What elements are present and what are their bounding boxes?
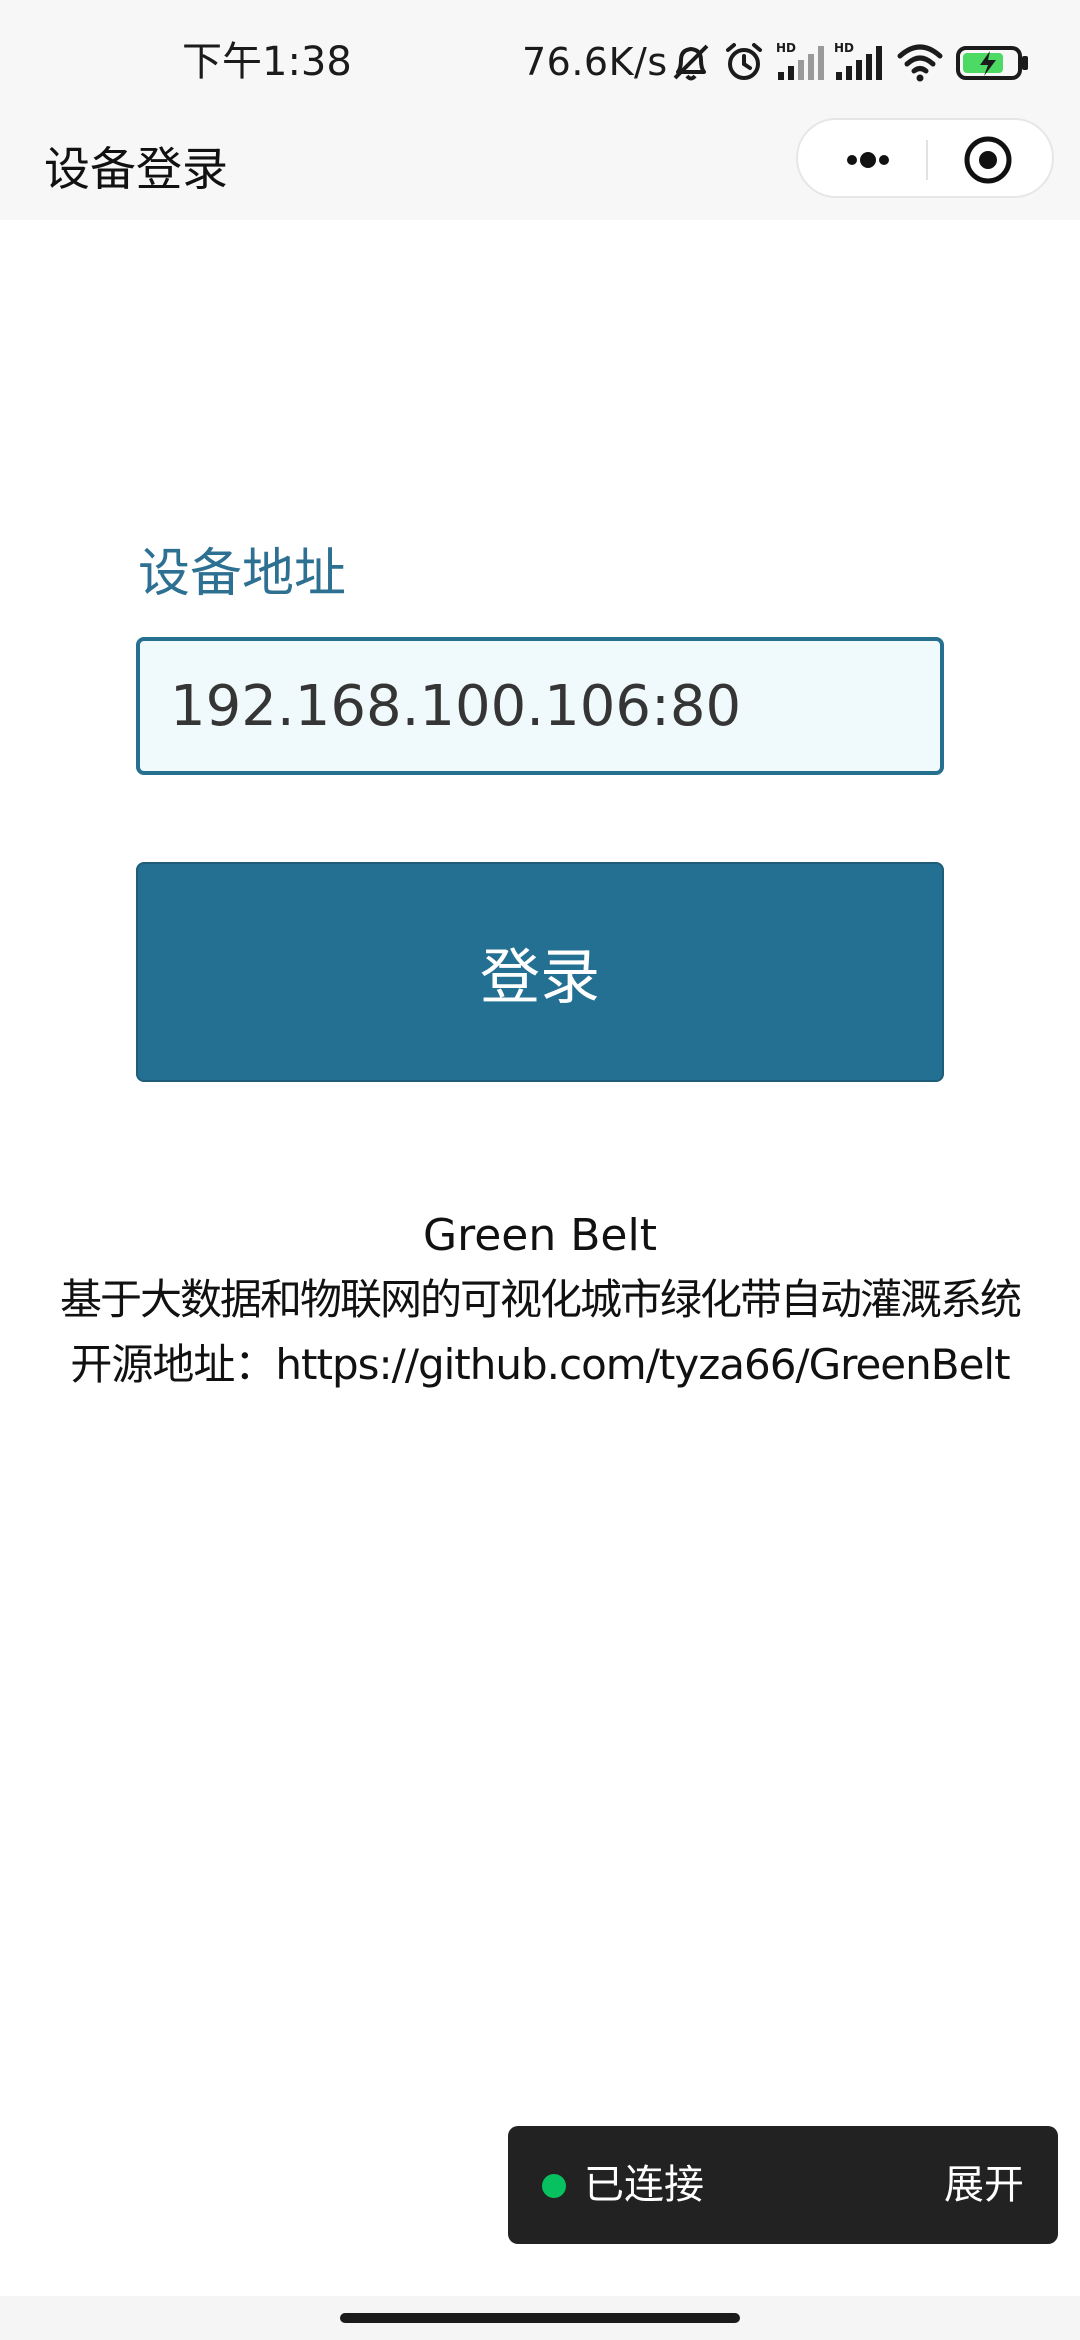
capsule-divider: [926, 140, 928, 180]
connection-panel: 已连接 展开: [508, 2126, 1058, 2244]
more-dots-icon: [847, 152, 889, 168]
hd-signal-icon: HD: [776, 40, 826, 84]
alarm-icon: [722, 40, 766, 84]
nav-bar: 设备登录: [0, 118, 1080, 220]
mini-program-capsule: [796, 118, 1054, 198]
page-title: 设备登录: [44, 142, 228, 196]
address-label: 设备地址: [138, 544, 347, 604]
app-name: Green Belt: [423, 1210, 657, 1261]
repo-link: 开源地址：https://github.com/tyza66/GreenBelt: [70, 1340, 1010, 1389]
svg-text:HD: HD: [776, 41, 796, 55]
app-description: 基于大数据和物联网的可视化城市绿化带自动灌溉系统: [59, 1275, 1022, 1324]
status-dot-icon: [542, 2174, 566, 2198]
battery-charging-icon: [956, 40, 1030, 84]
target-circle-icon: [964, 136, 1012, 184]
wifi-icon: [896, 40, 944, 84]
network-speed: 76.6K/s: [522, 40, 668, 84]
svg-text:HD: HD: [834, 41, 854, 55]
login-button[interactable]: 登录: [136, 862, 944, 1082]
mute-bell-icon: [668, 40, 714, 84]
status-bar: 下午1:38 76.6K/s HD HD: [0, 0, 1080, 118]
hd-signal-icon: HD: [834, 40, 884, 84]
address-input[interactable]: [136, 637, 944, 775]
expand-button[interactable]: 展开: [944, 2154, 1024, 2216]
home-indicator[interactable]: [340, 2313, 740, 2323]
close-button[interactable]: [948, 130, 1028, 190]
connection-status: 已连接: [584, 2162, 704, 2208]
more-button[interactable]: [828, 130, 908, 190]
status-time: 下午1:38: [182, 39, 352, 85]
